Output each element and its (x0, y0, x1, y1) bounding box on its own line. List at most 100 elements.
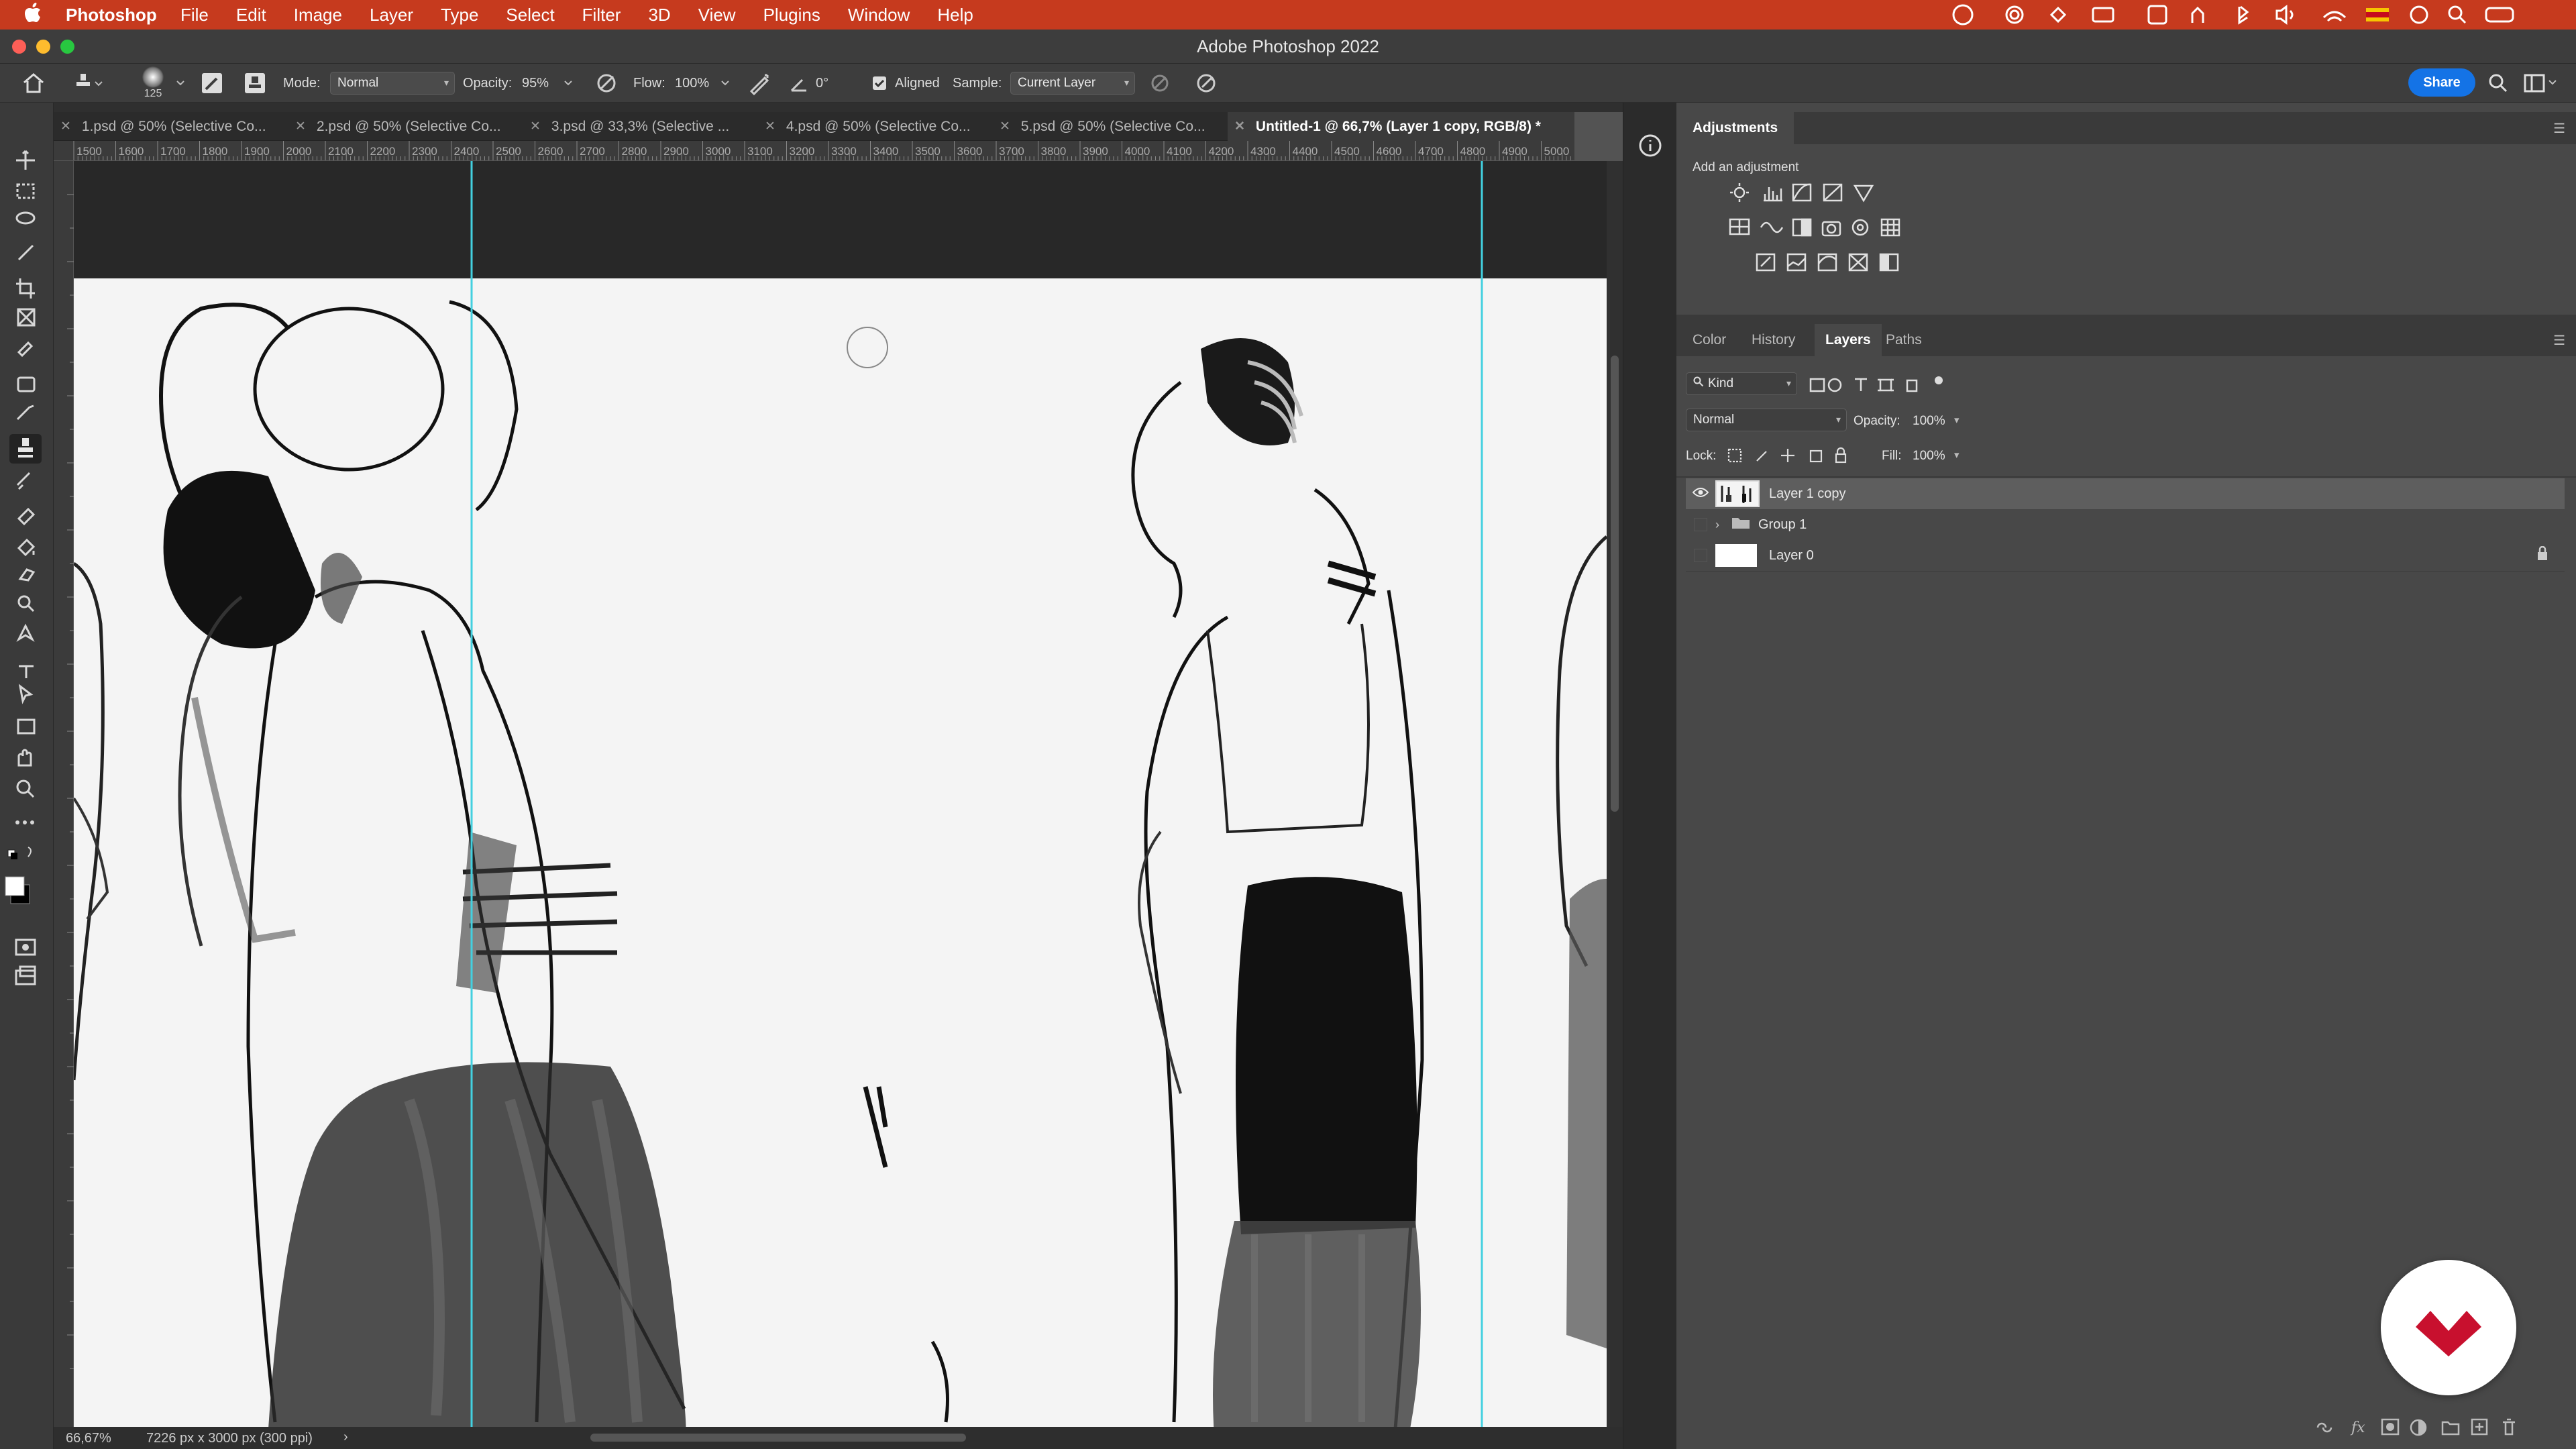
brush-settings-icon[interactable] (200, 64, 224, 103)
clone-stamp-tool-icon[interactable] (71, 64, 105, 103)
document-canvas[interactable] (74, 161, 1607, 1427)
tab-untitled-1[interactable]: ✕ Untitled-1 @ 66,7% (Layer 1 copy, RGB/8… (1228, 112, 1574, 141)
horizontal-scroll-thumb[interactable] (590, 1434, 966, 1442)
tab-layers[interactable]: Layers (1815, 324, 1882, 356)
opacity-value[interactable]: 95% (522, 64, 549, 103)
visibility-toggle[interactable] (1686, 549, 1715, 562)
fill-value[interactable]: 100% (1913, 449, 1945, 464)
chevron-down-icon[interactable] (564, 64, 573, 103)
airbrush-icon[interactable] (747, 64, 771, 103)
layer-filter-select[interactable]: Kind ▾ (1686, 372, 1797, 395)
chevron-right-icon[interactable]: › (1715, 518, 1731, 532)
zoom-level[interactable]: 66,67% (66, 1431, 111, 1446)
menu-edit[interactable]: Edit (236, 5, 266, 25)
mode-select[interactable]: Normal ▾ (330, 72, 455, 95)
ruler-tick-label: 1500 (76, 145, 102, 158)
app-menu[interactable]: Photoshop (66, 5, 157, 25)
flow-value[interactable]: 100% (675, 64, 709, 103)
ruler-tick-label: 1800 (202, 145, 228, 158)
adjustments-tab[interactable]: Adjustments (1676, 112, 1794, 144)
eye-icon[interactable] (1686, 486, 1715, 502)
layer-name[interactable]: Group 1 (1758, 517, 1807, 533)
layer-row-layer-0[interactable]: Layer 0 (1686, 540, 2565, 571)
tab-label: 5.psd @ 50% (Selective Co... (1020, 118, 1205, 134)
sample-select[interactable]: Current Layer ▾ (1010, 72, 1135, 95)
tab-history[interactable]: History (1752, 324, 1795, 356)
menu-3d[interactable]: 3D (648, 5, 670, 25)
tab-label: 2.psd @ 50% (Selective Co... (316, 118, 501, 134)
properties-info-icon[interactable] (1637, 132, 1664, 162)
tab-1[interactable]: ✕ 1.psd @ 50% (Selective Co... (54, 112, 288, 141)
vertical-scroll-thumb[interactable] (1611, 356, 1619, 812)
menu-image[interactable]: Image (294, 5, 342, 25)
status-menu-arrow[interactable]: › (343, 1430, 348, 1445)
tab-color[interactable]: Color (1693, 324, 1726, 356)
horizontal-ruler[interactable]: 1500 1600 1700 1800 1900 2000 2100 2200 2300 2400… (54, 141, 1574, 161)
menu-select[interactable]: Select (506, 5, 554, 25)
menu-layer[interactable]: Layer (370, 5, 413, 25)
apple-icon[interactable] (24, 3, 42, 28)
clone-source-icon[interactable] (243, 64, 267, 103)
menubar-status-icons[interactable] (1951, 3, 2555, 27)
link-layers-icon (2316, 1422, 2332, 1433)
menu-help[interactable]: Help (937, 5, 973, 25)
pressure-opacity-icon[interactable] (594, 64, 619, 103)
tab-5[interactable]: ✕ 5.psd @ 50% (Selective Co... (993, 112, 1228, 141)
ignore-adjustment-layers-icon[interactable] (1148, 64, 1171, 103)
vertical-ruler[interactable] (54, 161, 74, 1427)
search-icon[interactable] (2487, 64, 2509, 103)
layer-name[interactable]: Layer 0 (1769, 548, 1814, 564)
close-icon[interactable]: ✕ (1234, 119, 1245, 134)
close-icon[interactable]: ✕ (530, 119, 541, 134)
sample-value: Current Layer (1018, 76, 1096, 90)
close-icon[interactable]: ✕ (60, 119, 71, 134)
pressure-size-icon[interactable] (1194, 64, 1218, 103)
ruler-tick-label: 2400 (453, 145, 480, 158)
angle-value[interactable]: 0° (816, 64, 828, 103)
hand-tool-icon (17, 749, 32, 767)
tab-2[interactable]: ✕ 2.psd @ 50% (Selective Co... (288, 112, 523, 141)
levels-icon (1764, 187, 1782, 202)
chevron-down-icon[interactable] (176, 64, 185, 103)
tab-4[interactable]: ✕ 4.psd @ 50% (Selective Co... (758, 112, 993, 141)
layer-action-buttons[interactable]: fx (2314, 1414, 2569, 1441)
menu-filter[interactable]: Filter (582, 5, 621, 25)
layer-opacity-value[interactable]: 100% (1913, 414, 1945, 429)
home-icon[interactable] (21, 64, 46, 103)
panel-menu-icon[interactable]: ☰ (2553, 332, 2565, 349)
tab-label: 4.psd @ 50% (Selective Co... (786, 118, 971, 134)
menu-view[interactable]: View (698, 5, 736, 25)
layer-name[interactable]: Layer 1 copy (1769, 486, 1846, 502)
layer-row-layer-1-copy[interactable]: Layer 1 copy (1686, 478, 2565, 509)
panel-menu-icon[interactable]: ☰ (2553, 120, 2565, 137)
angle-icon[interactable] (789, 64, 809, 103)
chevron-down-icon[interactable] (720, 64, 730, 103)
ruler-tick-label: 4100 (1167, 145, 1192, 158)
tab-paths[interactable]: Paths (1886, 324, 1922, 356)
visibility-toggle[interactable] (1686, 518, 1715, 531)
chevron-down-icon[interactable]: ▾ (1954, 414, 1960, 426)
ruler-tick-label: 3300 (831, 145, 857, 158)
lock-options[interactable] (1726, 446, 1854, 465)
close-icon[interactable]: ✕ (295, 119, 306, 134)
close-icon[interactable]: ✕ (765, 119, 775, 134)
workspace-icon[interactable] (2524, 64, 2559, 103)
menu-plugins[interactable]: Plugins (763, 5, 820, 25)
tab-3[interactable]: ✕ 3.psd @ 33,3% (Selective ... (523, 112, 758, 141)
menu-file[interactable]: File (180, 5, 209, 25)
brush-preset-picker[interactable]: 125 (142, 64, 164, 103)
layer-row-group-1[interactable]: › Group 1 (1686, 509, 2565, 540)
layer-blend-mode-select[interactable]: Normal ▾ (1686, 409, 1847, 431)
chevron-down-icon[interactable]: ▾ (1954, 449, 1960, 461)
layer-filter-icons[interactable] (1808, 376, 1962, 394)
menu-type[interactable]: Type (441, 5, 478, 25)
aligned-checkbox[interactable] (872, 64, 887, 103)
collapsed-panels-column (1623, 103, 1676, 1449)
share-button[interactable]: Share (2408, 68, 2475, 97)
close-icon[interactable]: ✕ (1000, 119, 1010, 134)
rectangle-tool-icon (17, 718, 36, 735)
vertical-scrollbar[interactable] (1607, 161, 1623, 1427)
adjustment-icons[interactable] (1723, 180, 1925, 281)
menu-window[interactable]: Window (848, 5, 910, 25)
brightness-icon (1733, 186, 1746, 199)
